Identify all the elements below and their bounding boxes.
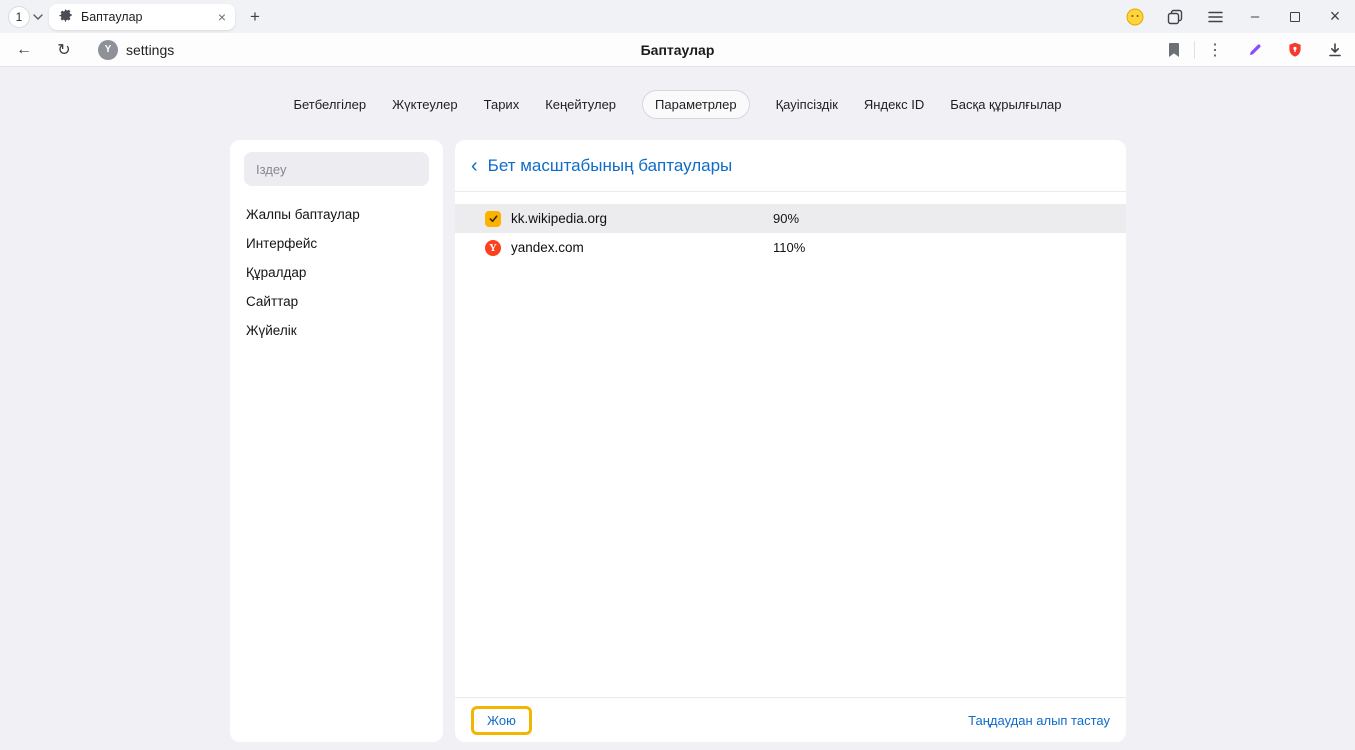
panel-title: Бет масштабының баптаулары (488, 156, 733, 176)
sidebar-search-box[interactable] (244, 152, 429, 186)
tab-settings[interactable]: Параметрлер (642, 90, 750, 119)
site-row[interactable]: kk.wikipedia.org 90% (455, 204, 1126, 233)
sidebar-item-general[interactable]: Жалпы баптаулар (230, 200, 443, 229)
sidebar-item-system[interactable]: Жүйелік (230, 316, 443, 345)
toolbar-menu-dots-icon[interactable]: ⋮ (1195, 33, 1235, 67)
yandex-favicon-icon: Y (485, 240, 501, 256)
tab-close-icon[interactable]: × (218, 10, 226, 24)
tab-downloads[interactable]: Жүктеулер (392, 91, 458, 118)
zoom-settings-panel: ‹ Бет масштабының баптаулары kk.wikipedi… (455, 140, 1126, 742)
tab-overview-icon[interactable] (1155, 0, 1195, 33)
panel-footer: Жою Таңдаудан алып тастау (455, 697, 1126, 742)
site-row[interactable]: Y yandex.com 110% (455, 233, 1126, 262)
tab-history[interactable]: Тарих (484, 91, 520, 118)
tab-security[interactable]: Қауіпсіздік (776, 91, 838, 118)
reload-icon[interactable]: ↻ (44, 33, 84, 67)
tab-list-chevron-icon[interactable] (33, 14, 43, 20)
tab-bookmarks[interactable]: Бетбелгілер (293, 91, 366, 118)
window-minimize-button[interactable]: – (1235, 0, 1275, 33)
browser-toolbar: ← ↻ Y settings Баптаулар ⋮ (0, 33, 1355, 67)
browser-menu-icon[interactable] (1195, 0, 1235, 33)
sidebar-section-list: Жалпы баптаулар Интерфейс Құралдар Сайтт… (230, 200, 443, 345)
settings-nav-tabs: Бетбелгілер Жүктеулер Тарих Кеңейтулер П… (0, 88, 1355, 120)
yellow-badge-icon[interactable] (1115, 0, 1155, 33)
browser-tab-settings[interactable]: Баптаулар × (49, 4, 235, 30)
delete-button[interactable]: Жою (471, 706, 532, 735)
deselect-link[interactable]: Таңдаудан алып тастау (968, 713, 1110, 728)
tab-other-devices[interactable]: Басқа құрылғылар (950, 91, 1061, 118)
tab-extensions[interactable]: Кеңейтулер (545, 91, 616, 118)
gear-icon (58, 9, 73, 24)
sidebar-item-tools[interactable]: Құралдар (230, 258, 443, 287)
protect-shield-icon[interactable] (1275, 33, 1315, 67)
url-text: settings (126, 42, 174, 58)
address-bar[interactable]: Y settings (98, 40, 174, 60)
tab-title: Баптаулар (81, 10, 210, 24)
site-zoom-value: 110% (773, 240, 805, 255)
site-name: yandex.com (511, 240, 773, 255)
panel-header: ‹ Бет масштабының баптаулары (455, 140, 1126, 192)
back-icon[interactable]: ← (4, 33, 44, 67)
bookmark-icon[interactable] (1154, 33, 1194, 67)
sidebar-item-sites[interactable]: Сайттар (230, 287, 443, 316)
window-maximize-button[interactable] (1275, 0, 1315, 33)
site-favicon-icon: Y (98, 40, 118, 60)
tab-strip-right-controls: – × (1115, 0, 1355, 33)
downloads-icon[interactable] (1315, 33, 1355, 67)
site-name: kk.wikipedia.org (511, 211, 773, 226)
toolbar-right-icons: ⋮ (1154, 33, 1355, 67)
tab-yandex-id[interactable]: Яндекс ID (864, 91, 924, 118)
sidebar-item-interface[interactable]: Интерфейс (230, 229, 443, 258)
site-zoom-value: 90% (773, 211, 799, 226)
toolbar-page-title: Баптаулар (0, 42, 1355, 58)
window-close-button[interactable]: × (1315, 0, 1355, 33)
settings-sidebar: Жалпы баптаулар Интерфейс Құралдар Сайтт… (230, 140, 443, 742)
pen-icon[interactable] (1235, 33, 1275, 67)
new-tab-button[interactable]: + (243, 5, 267, 29)
browser-tab-strip: 1 Баптаулар × + – × (0, 0, 1355, 33)
checkbox-checked-icon[interactable] (485, 211, 501, 227)
site-zoom-list: kk.wikipedia.org 90% Y yandex.com 110% (455, 192, 1126, 697)
tab-counter-badge[interactable]: 1 (8, 6, 30, 28)
back-chevron-icon[interactable]: ‹ (471, 156, 478, 176)
search-input[interactable] (256, 162, 417, 177)
